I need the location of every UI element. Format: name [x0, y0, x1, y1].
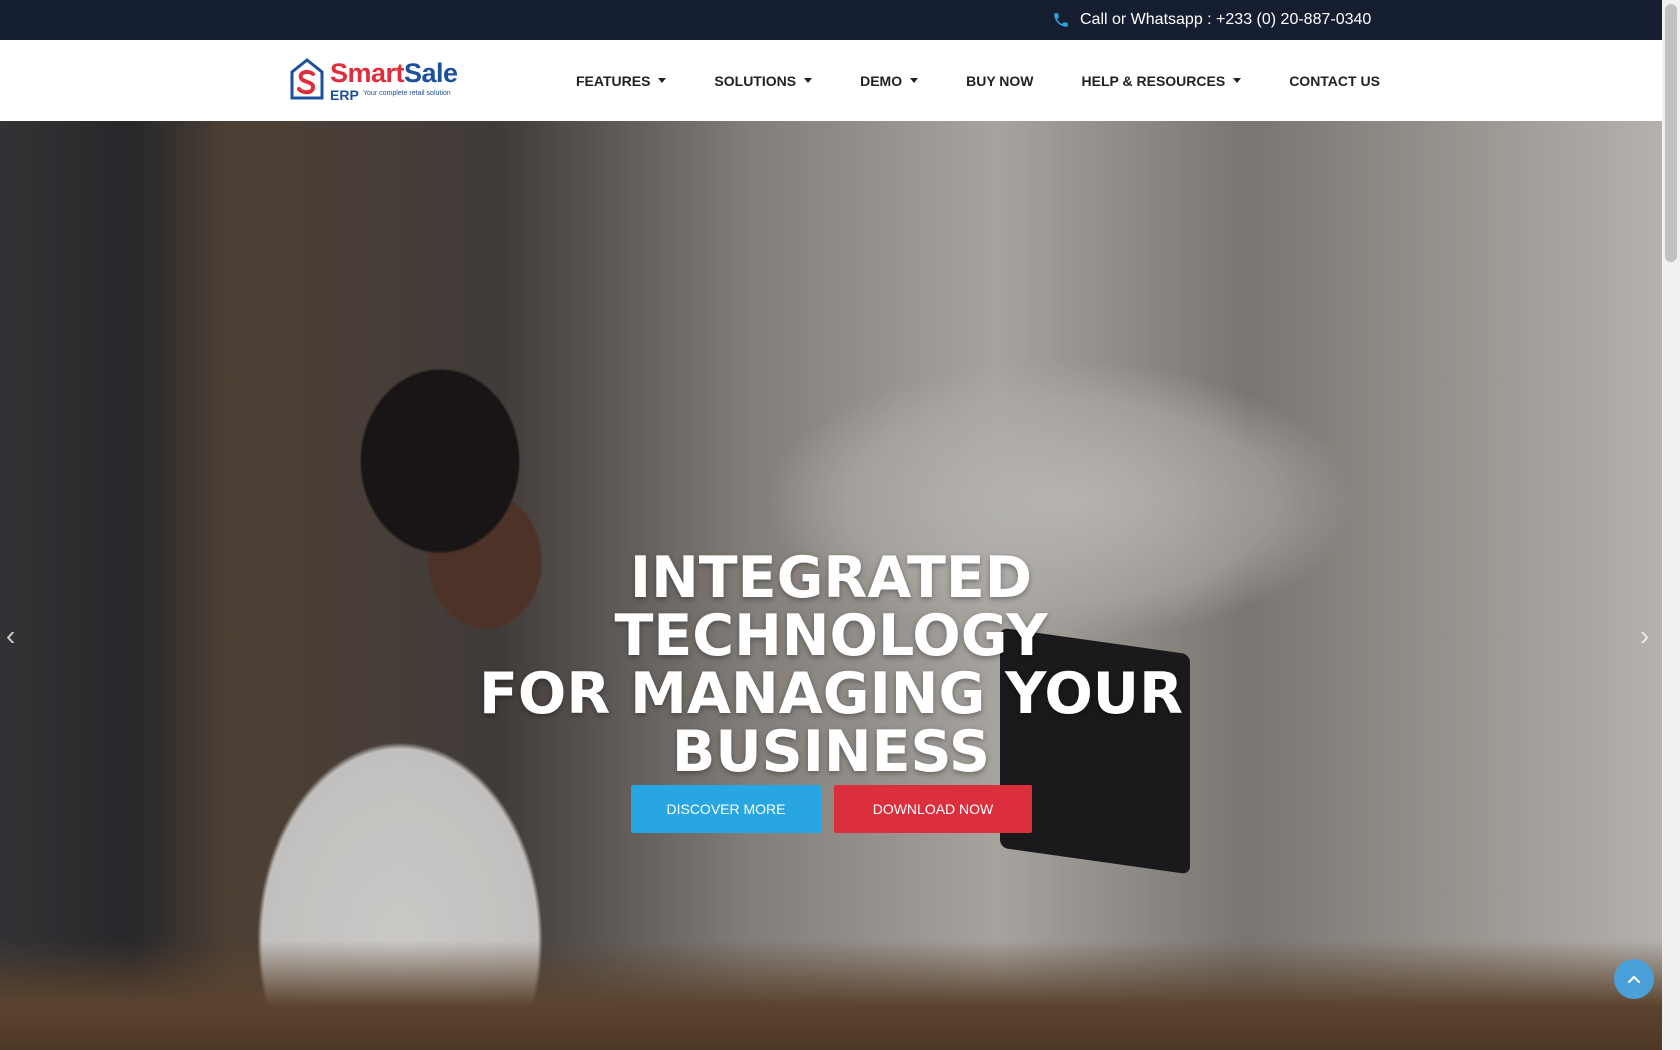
discover-more-button[interactable]: DISCOVER MORE: [631, 785, 821, 833]
logo-erp: ERP: [330, 87, 359, 103]
chevron-right-icon[interactable]: ›: [1640, 621, 1658, 651]
caret-down-icon: [804, 78, 813, 83]
caret-down-icon: [910, 78, 919, 83]
scroll-to-top-button[interactable]: [1614, 959, 1654, 999]
phone-icon: [1054, 13, 1068, 27]
nav-demo[interactable]: DEMO: [860, 73, 919, 89]
caret-down-icon: [1233, 78, 1242, 83]
scrollbar-thumb[interactable]: [1665, 4, 1677, 262]
main-nav: FEATURES SOLUTIONS DEMO BUY NOW HELP & R…: [576, 40, 1380, 121]
logo-name: SmartSale: [330, 58, 458, 88]
hero-slider: INTEGRATED TECHNOLOGY FOR MANAGING YOUR …: [0, 121, 1662, 1050]
contact-text: Call or Whatsapp : +233 (0) 20-887-0340: [1080, 11, 1372, 28]
nav-contact-us[interactable]: CONTACT US: [1289, 73, 1380, 89]
nav-features[interactable]: FEATURES: [576, 73, 667, 89]
chevron-left-icon[interactable]: ‹: [6, 621, 24, 651]
nav-solutions[interactable]: SOLUTIONS: [714, 73, 813, 89]
page-scrollbar[interactable]: [1662, 0, 1680, 1050]
caret-down-icon: [658, 78, 667, 83]
download-now-button[interactable]: DOWNLOAD NOW: [834, 785, 1032, 833]
logo-mark-icon: [290, 58, 324, 100]
top-bar: Call or Whatsapp : +233 (0) 20-887-0340: [0, 0, 1662, 40]
nav-help-resources[interactable]: HELP & RESOURCES: [1082, 73, 1242, 89]
contact-info[interactable]: Call or Whatsapp : +233 (0) 20-887-0340: [1052, 10, 1371, 30]
site-header: SmartSale ERP Your complete retail solut…: [0, 40, 1662, 121]
smartsale-logo[interactable]: SmartSale ERP Your complete retail solut…: [290, 58, 465, 104]
chevron-up-icon: [1627, 975, 1641, 984]
hero-title: INTEGRATED TECHNOLOGY FOR MANAGING YOUR …: [479, 545, 1183, 785]
nav-buy-now[interactable]: BUY NOW: [966, 73, 1033, 89]
logo-tagline: Your complete retail solution: [363, 90, 451, 97]
